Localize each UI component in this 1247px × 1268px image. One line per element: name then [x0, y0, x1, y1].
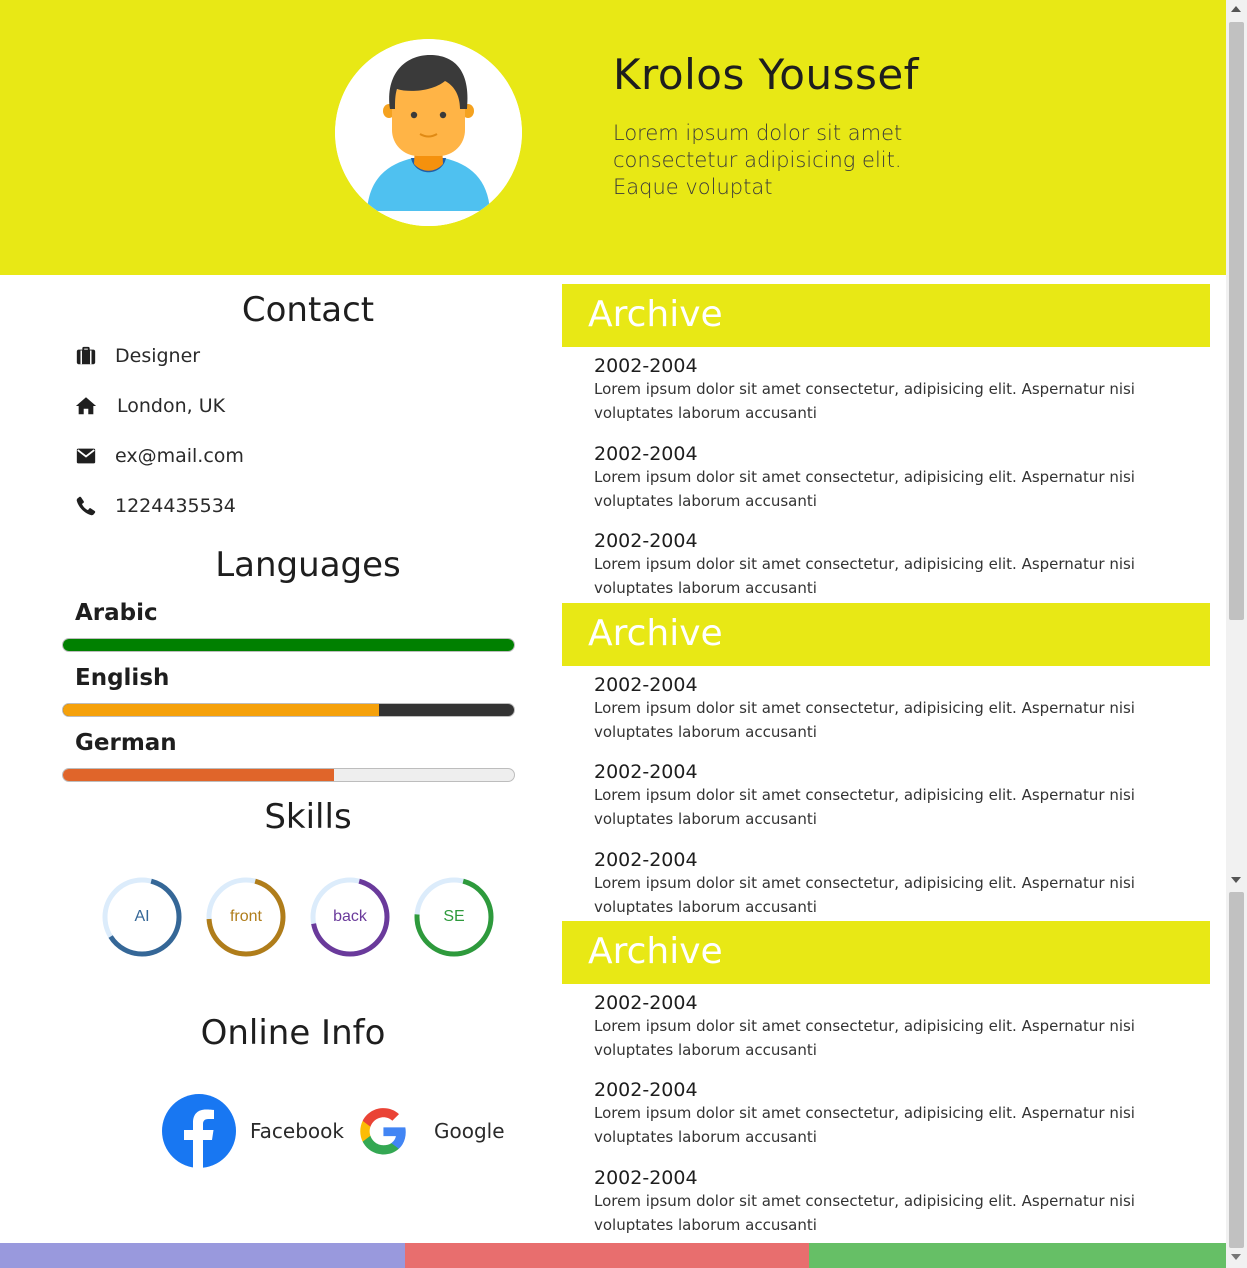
skill-ring-back: back — [308, 875, 392, 959]
archive-entry: 2002-2004 Lorem ipsum dolor sit amet con… — [594, 1079, 1194, 1149]
archive-title: Archive — [588, 294, 723, 335]
skills-list: AI front back SE — [100, 875, 500, 959]
languages-title: Languages — [215, 545, 401, 585]
language-label-english: English — [75, 665, 170, 691]
language-label-arabic: Arabic — [75, 600, 158, 626]
online-google-link[interactable]: Google — [356, 1092, 505, 1170]
online-facebook-link[interactable]: Facebook — [161, 1092, 344, 1170]
language-bar-german — [62, 768, 515, 782]
archive-entry-date: 2002-2004 — [594, 1079, 698, 1101]
language-bar-fill — [63, 769, 334, 781]
language-label-german: German — [75, 730, 177, 756]
archive-entry-text: Lorem ipsum dolor sit amet consectetur, … — [594, 699, 1135, 741]
header-banner: Krolos Youssef Lorem ipsum dolor sit ame… — [0, 0, 1226, 275]
scroll-up-arrow-icon[interactable] — [1231, 6, 1241, 12]
phone-icon — [74, 494, 98, 518]
language-bar-arabic — [62, 638, 515, 652]
archive-entry-date: 2002-2004 — [594, 530, 698, 552]
archive-entry-date: 2002-2004 — [594, 443, 698, 465]
contact-location-text: London, UK — [117, 395, 226, 417]
archive-entry-date: 2002-2004 — [594, 761, 698, 783]
archive-entry-text: Lorem ipsum dolor sit amet consectetur, … — [594, 380, 1135, 422]
contact-phone: 1224435534 — [74, 493, 236, 519]
skill-ring-front: front — [204, 875, 288, 959]
page-scrollbar[interactable] — [1226, 0, 1247, 1268]
contact-email: ex@mail.com — [74, 443, 244, 469]
archive-entry-date: 2002-2004 — [594, 1167, 698, 1189]
online-info-title: Online Info — [200, 1013, 386, 1053]
google-label: Google — [434, 1119, 505, 1143]
archive-entry-text: Lorem ipsum dolor sit amet consectetur, … — [594, 1104, 1135, 1146]
skill-label: front — [229, 908, 262, 925]
archive-entry-date: 2002-2004 — [594, 355, 698, 377]
archive-entry: 2002-2004 Lorem ipsum dolor sit amet con… — [594, 1167, 1194, 1237]
contact-job-text: Designer — [115, 345, 201, 367]
avatar — [335, 39, 522, 226]
archive-entry-date: 2002-2004 — [594, 992, 698, 1014]
archive-title: Archive — [588, 613, 723, 654]
facebook-icon — [162, 1094, 236, 1168]
profile-tagline: Lorem ipsum dolor sit amet consectetur a… — [613, 121, 903, 199]
profile-name: Krolos Youssef — [613, 50, 919, 99]
contact-phone-text: 1224435534 — [115, 495, 236, 517]
archive-entry: 2002-2004 Lorem ipsum dolor sit amet con… — [594, 355, 1194, 425]
archive-entry: 2002-2004 Lorem ipsum dolor sit amet con… — [594, 761, 1194, 831]
skill-ring-se: SE — [412, 875, 496, 959]
language-bar-fill — [63, 704, 379, 716]
scroll-thumb-lower[interactable] — [1229, 892, 1244, 1248]
skill-label: back — [333, 908, 367, 925]
archive-entry-text: Lorem ipsum dolor sit amet consectetur, … — [594, 874, 1135, 916]
archive-header: Archive — [562, 603, 1210, 666]
skill-ring-ai: AI — [100, 875, 184, 959]
archive-entry-text: Lorem ipsum dolor sit amet consectetur, … — [594, 468, 1135, 510]
skill-label: SE — [443, 908, 465, 925]
archive-entry: 2002-2004 Lorem ipsum dolor sit amet con… — [594, 530, 1194, 600]
scroll-down-arrow-icon[interactable] — [1231, 877, 1241, 883]
archive-entry-text: Lorem ipsum dolor sit amet consectetur, … — [594, 786, 1135, 828]
contact-title: Contact — [241, 290, 375, 330]
contact-email-text: ex@mail.com — [115, 445, 244, 467]
contact-location: London, UK — [74, 393, 225, 419]
footer-stripe-right — [809, 1243, 1226, 1268]
archive-entry: 2002-2004 Lorem ipsum dolor sit amet con… — [594, 443, 1194, 513]
archive-entry-text: Lorem ipsum dolor sit amet consectetur, … — [594, 1192, 1135, 1234]
briefcase-icon — [74, 344, 98, 368]
archive-header: Archive — [562, 921, 1210, 984]
language-bar-fill — [63, 639, 514, 651]
footer-stripe-left — [0, 1243, 405, 1268]
archive-entry: 2002-2004 Lorem ipsum dolor sit amet con… — [594, 849, 1194, 919]
skill-label: AI — [134, 908, 150, 925]
archive-entry-date: 2002-2004 — [594, 674, 698, 696]
avatar-person-icon — [335, 39, 522, 226]
archive-entry: 2002-2004 Lorem ipsum dolor sit amet con… — [594, 674, 1194, 744]
archive-entry: 2002-2004 Lorem ipsum dolor sit amet con… — [594, 992, 1194, 1062]
home-icon — [74, 394, 98, 418]
archive-entry-text: Lorem ipsum dolor sit amet consectetur, … — [594, 555, 1135, 597]
archive-header: Archive — [562, 284, 1210, 347]
scroll-thumb[interactable] — [1229, 22, 1244, 620]
scroll-bottom-arrow-icon[interactable] — [1231, 1254, 1241, 1260]
envelope-icon — [74, 444, 98, 468]
archive-entry-text: Lorem ipsum dolor sit amet consectetur, … — [594, 1017, 1135, 1059]
facebook-label: Facebook — [250, 1119, 344, 1143]
archive-title: Archive — [588, 931, 723, 972]
contact-job: Designer — [74, 343, 200, 369]
language-bar-english — [62, 703, 515, 717]
archive-entry-date: 2002-2004 — [594, 849, 698, 871]
footer-stripe-middle — [405, 1243, 809, 1268]
skills-title: Skills — [264, 797, 352, 837]
google-icon — [360, 1108, 406, 1155]
